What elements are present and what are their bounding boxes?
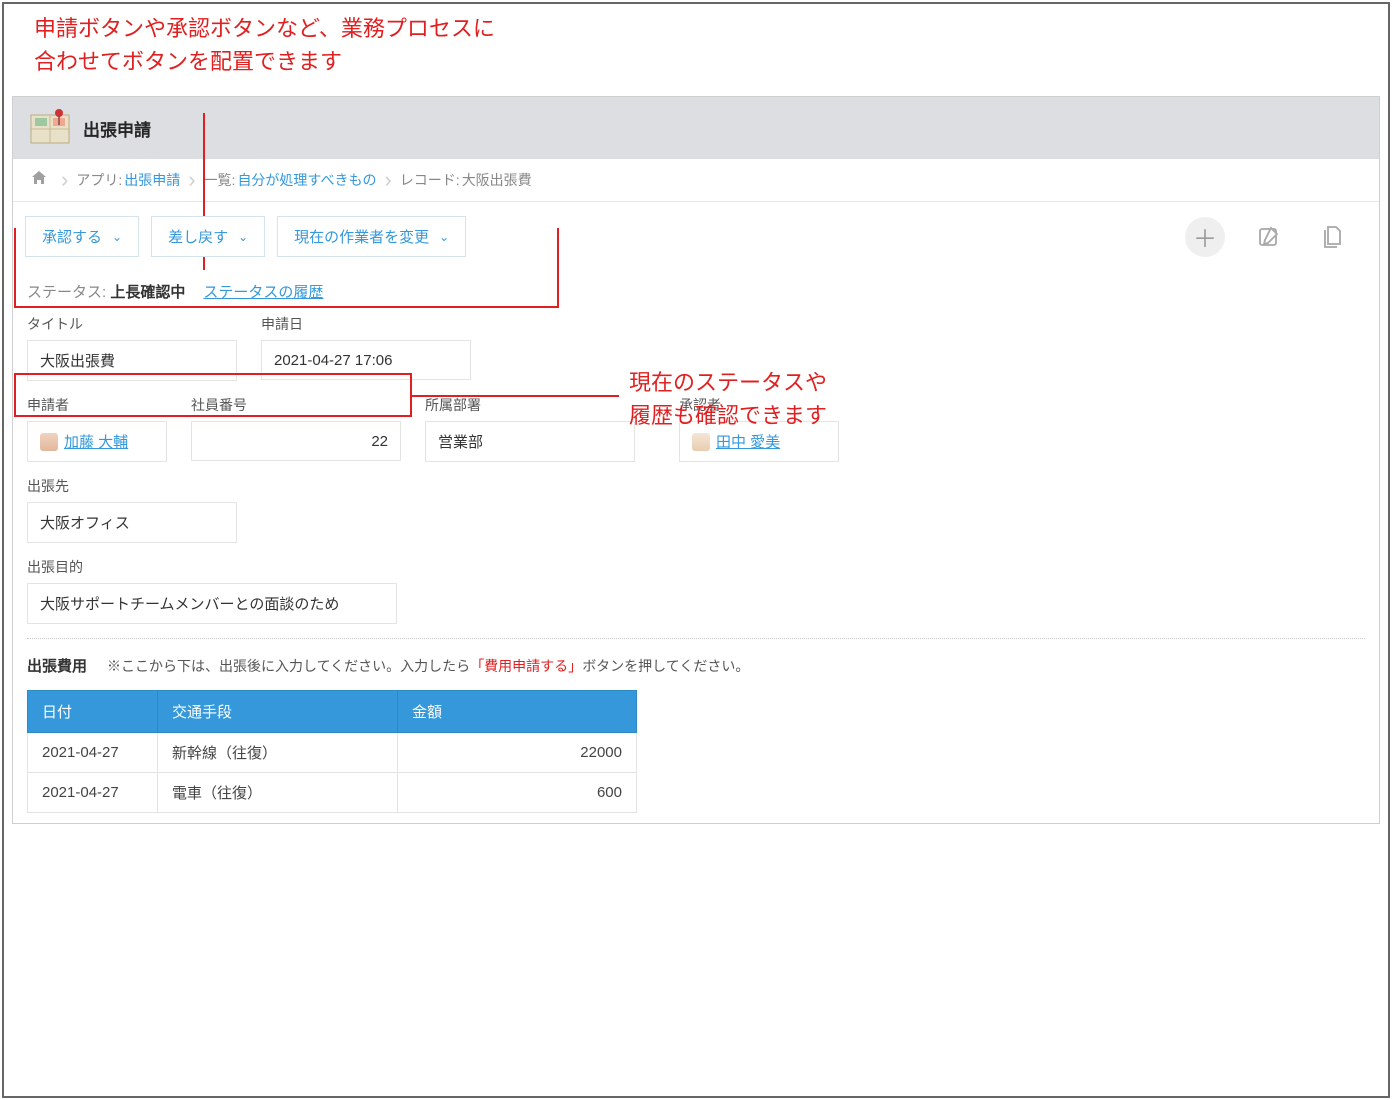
user-name: 田中 愛美 bbox=[716, 431, 780, 452]
breadcrumb: › アプリ: 出張申請 › 一覧: 自分が処理すべきもの › レコード: 大阪出… bbox=[13, 159, 1379, 202]
th-date: 日付 bbox=[28, 691, 158, 733]
annotation-line: 履歴も確認できます bbox=[629, 399, 827, 432]
button-label: 承認する bbox=[42, 226, 102, 247]
edit-icon bbox=[1257, 225, 1281, 249]
th-transport: 交通手段 bbox=[158, 691, 398, 733]
breadcrumb-label: アプリ: bbox=[76, 170, 122, 190]
home-icon[interactable] bbox=[25, 170, 53, 191]
applicant-user-link[interactable]: 加藤 大輔 bbox=[40, 431, 128, 452]
chevron-right-icon: › bbox=[384, 169, 391, 191]
expense-table: 日付 交通手段 金額 2021-04-27 新幹線（往復） 22000 2021… bbox=[27, 690, 637, 813]
toolbar-right: ＋ bbox=[1185, 217, 1367, 257]
chevron-down-icon: ⌄ bbox=[439, 230, 449, 244]
annotation-line: 申請ボタンや承認ボタンなど、業務プロセスに bbox=[34, 12, 1380, 45]
breadcrumb-link: 出張申請 bbox=[124, 170, 180, 190]
breadcrumb-link: 自分が処理すべきもの bbox=[237, 170, 376, 190]
cell-amount: 600 bbox=[398, 773, 637, 813]
chevron-right-icon: › bbox=[188, 169, 195, 191]
plus-icon: ＋ bbox=[1193, 219, 1217, 254]
note-highlight: 「費用申請する」 bbox=[470, 658, 582, 674]
field-label-empno: 社員番号 bbox=[191, 395, 401, 415]
copy-icon bbox=[1322, 225, 1344, 249]
field-label-date: 申請日 bbox=[261, 314, 471, 334]
reject-button[interactable]: 差し戻す ⌄ bbox=[151, 216, 265, 257]
status-row: ステータス: 上長確認中 ステータスの履歴 bbox=[13, 269, 1379, 310]
duplicate-record-button[interactable] bbox=[1313, 217, 1353, 257]
expense-section-note: ※ここから下は、出張後に入力してください。入力したら「費用申請する」ボタンを押し… bbox=[107, 656, 749, 676]
button-label: 現在の作業者を変更 bbox=[294, 226, 429, 247]
field-value-date: 2021-04-27 17:06 bbox=[261, 340, 471, 380]
chevron-right-icon: › bbox=[61, 169, 68, 191]
chevron-down-icon: ⌄ bbox=[238, 230, 248, 244]
breadcrumb-list[interactable]: 一覧: 自分が処理すべきもの bbox=[204, 170, 377, 190]
field-label-destination: 出張先 bbox=[27, 476, 237, 496]
cell-amount: 22000 bbox=[398, 733, 637, 773]
field-label-dept: 所属部署 bbox=[425, 395, 635, 415]
app-title: 出張申請 bbox=[83, 116, 151, 141]
breadcrumb-label: 一覧: bbox=[204, 170, 236, 190]
annotation-line: 現在のステータスや bbox=[629, 366, 827, 399]
annotation-right: 現在のステータスや 履歴も確認できます bbox=[629, 366, 827, 432]
field-label-title: タイトル bbox=[27, 314, 237, 334]
table-row: 2021-04-27 新幹線（往復） 22000 bbox=[28, 733, 637, 773]
approve-button[interactable]: 承認する ⌄ bbox=[25, 216, 139, 257]
annotation-line: 合わせてボタンを配置できます bbox=[34, 45, 1380, 78]
status-history-link[interactable]: ステータスの履歴 bbox=[203, 281, 323, 302]
field-label-applicant: 申請者 bbox=[27, 395, 167, 415]
breadcrumb-app[interactable]: アプリ: 出張申請 bbox=[76, 170, 180, 190]
add-record-button[interactable]: ＋ bbox=[1185, 217, 1225, 257]
cell-transport: 新幹線（往復） bbox=[158, 733, 398, 773]
cell-date: 2021-04-27 bbox=[28, 733, 158, 773]
th-amount: 金額 bbox=[398, 691, 637, 733]
breadcrumb-current: 大阪出張費 bbox=[462, 170, 532, 190]
expense-section-header: 出張費用 ※ここから下は、出張後に入力してください。入力したら「費用申請する」ボ… bbox=[27, 655, 1365, 676]
table-row: 2021-04-27 電車（往復） 600 bbox=[28, 773, 637, 813]
field-value-purpose: 大阪サポートチームメンバーとの面談のため bbox=[27, 583, 397, 624]
field-value-dept: 営業部 bbox=[425, 421, 635, 462]
field-value-title: 大阪出張費 bbox=[27, 340, 237, 381]
cell-date: 2021-04-27 bbox=[28, 773, 158, 813]
note-pre: ※ここから下は、出張後に入力してください。入力したら bbox=[107, 658, 470, 674]
chevron-down-icon: ⌄ bbox=[112, 230, 122, 244]
field-value-applicant: 加藤 大輔 bbox=[27, 421, 167, 462]
annotation-top: 申請ボタンや承認ボタンなど、業務プロセスに 合わせてボタンを配置できます bbox=[34, 12, 1380, 78]
reassign-button[interactable]: 現在の作業者を変更 ⌄ bbox=[277, 216, 466, 257]
button-label: 差し戻す bbox=[168, 226, 228, 247]
avatar bbox=[692, 433, 710, 451]
action-bar: 承認する ⌄ 差し戻す ⌄ 現在の作業者を変更 ⌄ ＋ bbox=[13, 202, 1379, 269]
edit-record-button[interactable] bbox=[1249, 217, 1289, 257]
status-value: 上長確認中 bbox=[110, 284, 185, 301]
cell-transport: 電車（往復） bbox=[158, 773, 398, 813]
status-label: ステータス: bbox=[27, 284, 106, 301]
field-label-purpose: 出張目的 bbox=[27, 557, 397, 577]
breadcrumb-record: レコード: 大阪出張費 bbox=[400, 170, 532, 190]
avatar bbox=[40, 433, 58, 451]
note-post: ボタンを押してください。 bbox=[582, 658, 749, 674]
approver-user-link[interactable]: 田中 愛美 bbox=[692, 431, 780, 452]
expense-section-title: 出張費用 bbox=[27, 655, 87, 676]
app-shell: 出張申請 › アプリ: 出張申請 › 一覧: 自分が処理すべきもの › レコード… bbox=[12, 96, 1380, 824]
divider bbox=[27, 638, 1365, 639]
app-header: 出張申請 bbox=[13, 97, 1379, 159]
breadcrumb-label: レコード: bbox=[400, 170, 460, 190]
field-value-destination: 大阪オフィス bbox=[27, 502, 237, 543]
field-value-empno: 22 bbox=[191, 421, 401, 461]
app-icon bbox=[29, 107, 71, 149]
user-name: 加藤 大輔 bbox=[64, 431, 128, 452]
